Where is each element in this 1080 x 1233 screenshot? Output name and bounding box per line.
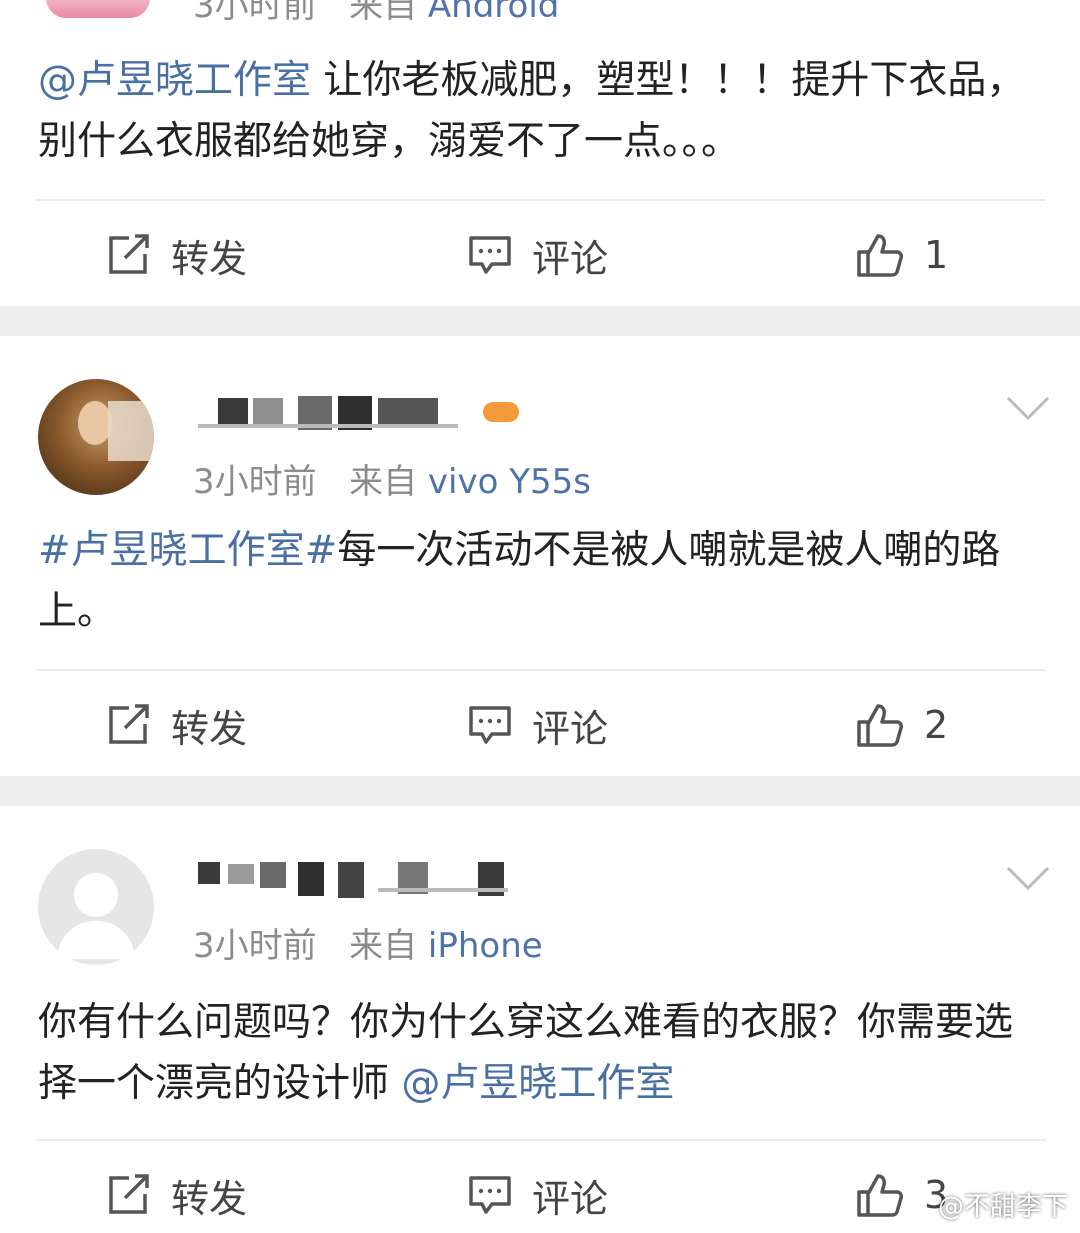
username-redacted <box>198 858 528 910</box>
post-meta: 3小时前 来自 vivo Y55s <box>193 454 591 503</box>
card-gap <box>0 306 1080 336</box>
comment-button[interactable]: 评论 <box>468 695 608 755</box>
comment-icon <box>469 236 511 274</box>
post-meta: 3小时前 来自 Android <box>193 0 559 27</box>
post-source[interactable]: Android <box>428 0 559 26</box>
repost-button[interactable]: 转发 <box>107 225 247 285</box>
post-text: 你有什么问题吗？你为什么穿这么难看的衣服？你需要选择一个漂亮的设计师 @卢昱晓工… <box>38 992 1048 1114</box>
post-card-2: 3小时前 来自 vivo Y55s #卢昱晓工作室#每一次活动不是被人嘲就是被人… <box>0 336 1080 776</box>
divider <box>36 1139 1046 1141</box>
user-avatar[interactable] <box>46 0 150 18</box>
chevron-down-icon[interactable] <box>1005 394 1051 422</box>
comment-label: 评论 <box>532 706 609 751</box>
repost-label: 转发 <box>171 1176 248 1221</box>
post-source-prefix: 来自 <box>349 462 418 502</box>
like-button[interactable]: 3 <box>856 1165 948 1225</box>
mention-link[interactable]: @卢昱晓工作室 <box>401 1061 674 1106</box>
repost-icon <box>109 1174 149 1214</box>
post-source-prefix: 来自 <box>349 0 418 26</box>
like-icon <box>857 234 903 277</box>
mention-link[interactable]: @卢昱晓工作室 <box>38 58 311 103</box>
chevron-down-icon[interactable] <box>1005 864 1051 892</box>
watermark: @不甜李下 <box>937 1192 1068 1222</box>
like-icon <box>857 704 903 747</box>
comment-button[interactable]: 评论 <box>468 1165 608 1225</box>
repost-icon <box>109 234 149 274</box>
default-avatar-icon <box>56 873 136 959</box>
repost-label: 转发 <box>171 706 248 751</box>
repost-button[interactable]: 转发 <box>107 1165 247 1225</box>
post-text: #卢昱晓工作室#每一次活动不是被人嘲就是被人嘲的路上。 <box>38 520 1048 642</box>
card-gap <box>0 776 1080 806</box>
post-time: 3小时前 <box>193 462 317 502</box>
divider <box>36 669 1046 671</box>
like-button[interactable]: 2 <box>856 695 948 755</box>
post-source-prefix: 来自 <box>349 926 418 966</box>
comment-label: 评论 <box>532 236 609 281</box>
post-source[interactable]: vivo Y55s <box>428 462 591 502</box>
post-time: 3小时前 <box>193 0 317 26</box>
repost-label: 转发 <box>171 236 248 281</box>
avatar-blur <box>108 401 154 461</box>
divider <box>36 199 1046 201</box>
post-card-3: 3小时前 来自 iPhone 你有什么问题吗？你为什么穿这么难看的衣服？你需要选… <box>0 806 1080 1233</box>
comment-icon <box>469 1176 511 1214</box>
username-redacted <box>198 388 528 440</box>
post-card-1: 3小时前 来自 Android @卢昱晓工作室 让你老板减肥，塑型！！！提升下衣… <box>0 0 1080 306</box>
post-meta: 3小时前 来自 iPhone <box>193 918 543 967</box>
like-count: 2 <box>924 703 949 747</box>
comment-label: 评论 <box>532 1176 609 1221</box>
like-count: 1 <box>924 233 949 277</box>
comment-icon <box>469 706 511 744</box>
post-time: 3小时前 <box>193 926 317 966</box>
comment-button[interactable]: 评论 <box>468 225 608 285</box>
post-text: @卢昱晓工作室 让你老板减肥，塑型！！！提升下衣品，别什么衣服都给她穿，溺爱不了… <box>38 50 1048 172</box>
like-icon <box>857 1174 903 1217</box>
user-avatar[interactable] <box>38 379 154 495</box>
user-avatar[interactable] <box>38 849 154 965</box>
repost-icon <box>109 704 149 744</box>
hashtag-link[interactable]: #卢昱晓工作室# <box>38 528 337 573</box>
avatar-face <box>78 401 112 445</box>
like-button[interactable]: 1 <box>856 225 948 285</box>
repost-button[interactable]: 转发 <box>107 695 247 755</box>
post-source[interactable]: iPhone <box>428 926 543 966</box>
